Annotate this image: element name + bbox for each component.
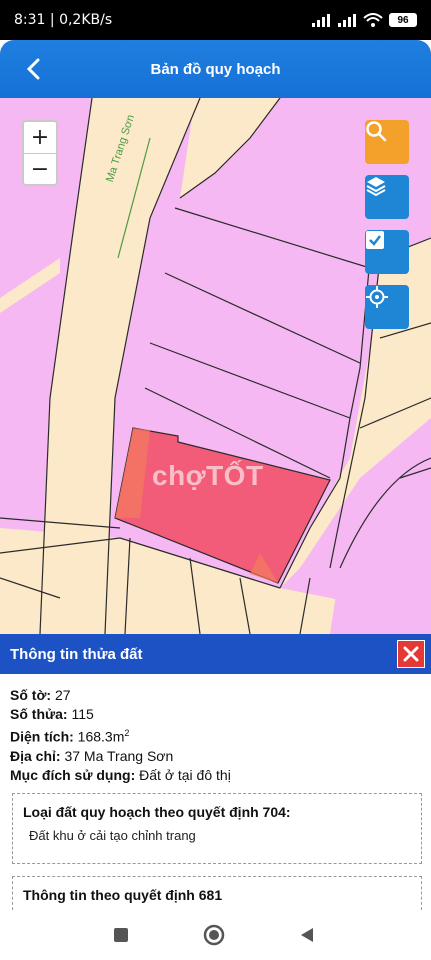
home-button[interactable] — [203, 924, 225, 946]
info-value: 27 — [51, 687, 71, 703]
info-label: Số thửa: — [10, 706, 68, 722]
watermark: chợTỐT — [152, 460, 264, 491]
checkbox-button[interactable] — [365, 230, 409, 274]
info-value: 168.3m — [73, 728, 125, 745]
parcel-info: Số tờ: 27 Số thửa: 115 Diện tích: 168.3m… — [0, 674, 431, 910]
card-title: Loại đất quy hoạch theo quyết định 704: — [23, 803, 291, 820]
square-icon — [114, 928, 128, 942]
signal-icon — [312, 14, 330, 27]
info-row-address: Địa chỉ: 37 Ma Trang Sơn — [10, 747, 421, 766]
close-icon — [403, 646, 419, 662]
battery-icon: 96 — [389, 13, 417, 27]
close-button[interactable] — [397, 640, 425, 668]
planning-card-704: Loại đất quy hoạch theo quyết định 704: … — [12, 792, 422, 864]
circle-icon — [203, 924, 225, 946]
card-text: Đất khu ở cải tạo chỉnh trang — [29, 827, 196, 843]
status-icons: 96 — [311, 13, 417, 27]
info-value: 115 — [67, 706, 94, 722]
search-button[interactable] — [365, 120, 409, 164]
crosshair-icon — [366, 286, 388, 308]
info-label: Địa chỉ: — [10, 747, 61, 764]
left-road — [0, 258, 60, 313]
checkbox-icon — [366, 231, 384, 249]
info-value: Đất ở tại đô thị — [135, 766, 231, 783]
back-button[interactable] — [18, 54, 48, 84]
locate-button[interactable] — [365, 285, 409, 329]
system-nav-bar — [0, 910, 431, 960]
panel-title: Thông tin thửa đất — [10, 645, 143, 663]
signal-icon-2 — [338, 14, 356, 27]
layers-icon — [366, 177, 386, 197]
card-title: Thông tin theo quyết định 681 — [23, 886, 223, 903]
page-title: Bản đồ quy hoạch — [150, 60, 281, 78]
wifi-icon — [363, 13, 383, 27]
status-bar: 8:31 | 0,2KB/s 96 — [0, 0, 431, 40]
info-label: Mục đích sử dụng: — [10, 766, 136, 783]
search-icon — [366, 121, 387, 142]
area-unit-sup: 2 — [124, 728, 130, 738]
zoom-control: + − — [22, 120, 58, 186]
info-row-plot: Số thửa: 115 — [10, 705, 421, 724]
status-time: 8:31 | 0,2KB/s — [14, 12, 113, 28]
info-label: Số tờ: — [10, 687, 52, 703]
app-header: Bản đồ quy hoạch — [0, 40, 431, 98]
curved-road — [180, 98, 280, 198]
info-row-area: Diện tích: 168.3m2 — [10, 724, 421, 747]
planning-card-681: Thông tin theo quyết định 681 — [12, 875, 422, 910]
info-row-purpose: Mục đích sử dụng: Đất ở tại đô thị — [10, 766, 421, 785]
planning-map[interactable]: Ma Trang Sơn chợTỐT + − — [0, 98, 431, 634]
recent-apps-button[interactable] — [110, 924, 132, 946]
panel-header: Thông tin thửa đất — [0, 634, 431, 674]
triangle-left-icon — [301, 928, 313, 942]
info-row-sheet: Số tờ: 27 — [10, 686, 421, 705]
zoom-in-button[interactable]: + — [24, 122, 56, 153]
zoom-out-button[interactable]: − — [24, 153, 56, 184]
info-value: 37 Ma Trang Sơn — [60, 747, 174, 764]
layers-button[interactable] — [365, 175, 409, 219]
chevron-left-icon — [26, 58, 40, 80]
info-label: Diện tích: — [10, 728, 74, 745]
back-nav-button[interactable] — [296, 924, 318, 946]
